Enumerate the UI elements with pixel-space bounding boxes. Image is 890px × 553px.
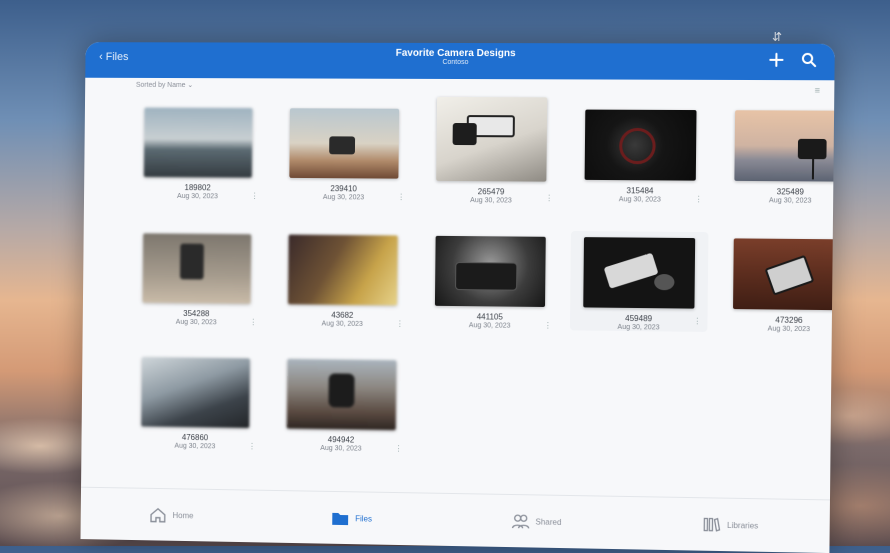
file-thumbnail xyxy=(286,358,397,431)
file-name: 459489 xyxy=(625,313,653,324)
more-options-icon[interactable]: ⋮ xyxy=(545,194,553,203)
more-options-icon[interactable]: ⋮ xyxy=(693,317,701,326)
file-name: 43682 xyxy=(331,310,354,320)
resize-icon[interactable]: ⇵ xyxy=(772,30,782,44)
file-date: Aug 30, 2023 xyxy=(177,193,219,201)
file-name: 325489 xyxy=(776,187,804,197)
file-name: 239410 xyxy=(330,184,357,194)
tab-shared[interactable]: Shared xyxy=(511,513,561,530)
more-options-icon[interactable]: ⋮ xyxy=(396,319,404,328)
top-bar: ‹ Files Favorite Camera Designs Contoso xyxy=(85,42,835,81)
tab-label: Libraries xyxy=(727,520,759,531)
file-thumbnail xyxy=(142,233,252,304)
folder-icon xyxy=(332,512,349,526)
file-tile[interactable]: 239410 Aug 30, 2023 ⋮ xyxy=(276,108,412,203)
more-options-icon[interactable]: ⋮ xyxy=(251,192,259,201)
file-name: 354288 xyxy=(183,309,210,319)
file-thumbnail xyxy=(733,238,835,311)
file-name: 473296 xyxy=(775,315,803,325)
file-thumbnail xyxy=(288,234,398,306)
files-window: ‹ Files Favorite Camera Designs Contoso … xyxy=(80,42,835,553)
tab-home[interactable]: Home xyxy=(149,507,194,524)
more-options-icon[interactable]: ⋮ xyxy=(544,321,552,330)
tab-label: Home xyxy=(172,510,194,520)
more-options-icon[interactable]: ⋮ xyxy=(249,318,257,327)
file-date: Aug 30, 2023 xyxy=(470,197,512,205)
file-tile[interactable]: 315484 Aug 30, 2023 ⋮ xyxy=(571,109,709,206)
file-thumbnail xyxy=(141,357,250,428)
file-grid: 189802 Aug 30, 2023 ⋮ 239410 Aug 30, 202… xyxy=(81,94,835,460)
file-thumbnail xyxy=(584,109,697,181)
tab-libraries[interactable]: Libraries xyxy=(703,516,759,533)
file-thumbnail xyxy=(583,237,696,309)
file-name: 265479 xyxy=(477,187,505,197)
file-tile[interactable]: 189802 Aug 30, 2023 ⋮ xyxy=(131,107,266,203)
file-tile[interactable]: 473296 Aug 30, 2023 ⋮ xyxy=(720,238,835,333)
sort-dropdown[interactable]: Sorted by Name ⌄ xyxy=(136,82,193,89)
library-icon xyxy=(703,516,721,532)
file-date: Aug 30, 2023 xyxy=(320,444,362,453)
view-toggle-icon[interactable]: ≡ xyxy=(815,82,821,98)
file-thumbnail xyxy=(434,235,546,308)
people-icon xyxy=(511,513,529,529)
plus-icon[interactable] xyxy=(767,51,786,69)
file-date: Aug 30, 2023 xyxy=(768,197,812,205)
tab-label: Shared xyxy=(535,516,562,527)
file-name: 315484 xyxy=(626,186,654,196)
home-icon xyxy=(149,507,167,523)
file-name: 189802 xyxy=(184,183,211,193)
file-date: Aug 30, 2023 xyxy=(322,194,365,202)
search-icon[interactable] xyxy=(800,51,819,69)
file-date: Aug 30, 2023 xyxy=(321,320,363,328)
file-tile[interactable]: 265479 Aug 30, 2023 ⋮ xyxy=(423,96,560,205)
file-tile-selected[interactable]: 459489 Aug 30, 2023 ⋮ xyxy=(569,230,709,332)
file-date: Aug 30, 2023 xyxy=(618,196,661,204)
file-thumbnail xyxy=(734,110,835,182)
file-date: Aug 30, 2023 xyxy=(617,323,660,332)
file-date: Aug 30, 2023 xyxy=(174,442,216,451)
file-thumbnail xyxy=(436,96,548,182)
more-options-icon[interactable]: ⋮ xyxy=(397,193,405,202)
sort-bar: Sorted by Name ⌄ ≡ xyxy=(85,78,834,97)
file-tile[interactable]: 325489 Aug 30, 2023 ⋮ xyxy=(721,110,835,207)
file-thumbnail xyxy=(143,107,253,178)
more-options-icon[interactable]: ⋮ xyxy=(695,195,703,204)
file-date: Aug 30, 2023 xyxy=(175,318,217,327)
file-date: Aug 30, 2023 xyxy=(767,325,811,334)
tab-label: Files xyxy=(355,513,372,524)
file-name: 441105 xyxy=(476,312,503,322)
file-thumbnail xyxy=(289,108,400,179)
file-tile[interactable]: 494942 Aug 30, 2023 ⋮ xyxy=(274,358,410,454)
file-tile[interactable]: 354288 Aug 30, 2023 ⋮ xyxy=(130,233,264,327)
more-options-icon[interactable]: ⋮ xyxy=(395,444,403,453)
file-tile[interactable]: 441105 Aug 30, 2023 ⋮ xyxy=(422,235,559,330)
file-tile[interactable]: 43682 Aug 30, 2023 ⋮ xyxy=(275,234,411,328)
file-tile[interactable]: 476860 Aug 30, 2023 ⋮ xyxy=(128,357,262,451)
file-date: Aug 30, 2023 xyxy=(468,322,511,330)
more-options-icon[interactable]: ⋮ xyxy=(248,442,256,451)
page-subtitle: Contoso xyxy=(442,58,469,67)
tab-files[interactable]: Files xyxy=(331,510,372,527)
